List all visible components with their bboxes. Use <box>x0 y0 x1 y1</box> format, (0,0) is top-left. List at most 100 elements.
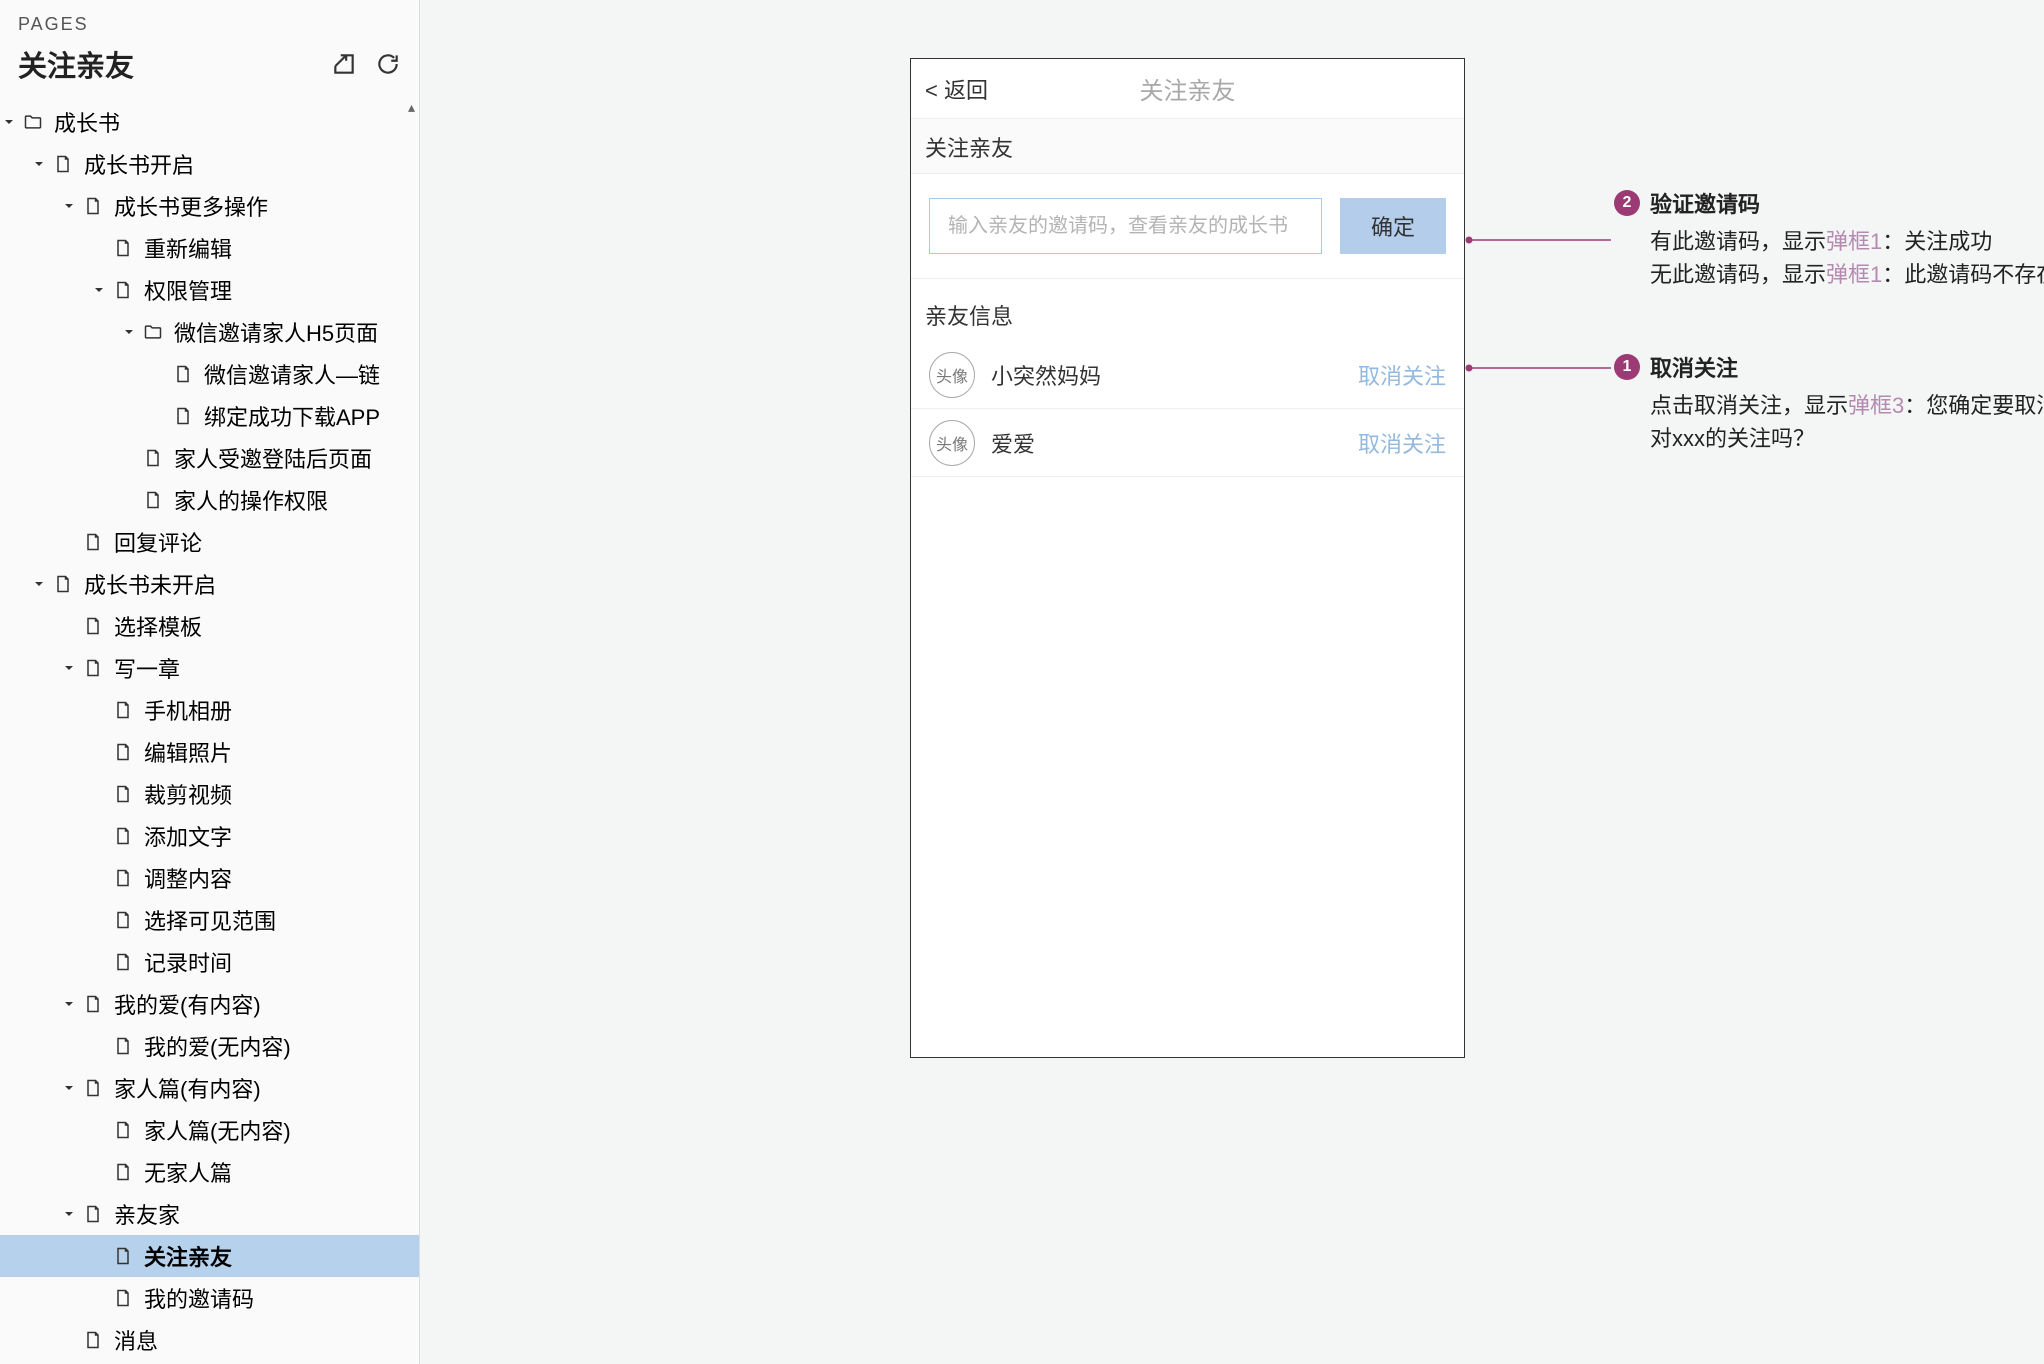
page-icon <box>52 573 74 595</box>
chevron-down-icon[interactable] <box>120 323 138 341</box>
tree-item[interactable]: 选择可见范围 <box>0 899 419 941</box>
chevron-down-icon <box>90 239 108 257</box>
chevron-down-icon[interactable] <box>60 659 78 677</box>
chevron-down-icon[interactable] <box>60 197 78 215</box>
page-icon <box>112 1287 134 1309</box>
chevron-down-icon[interactable] <box>60 1079 78 1097</box>
tree-item[interactable]: 关注亲友 <box>0 1235 419 1277</box>
tree-item[interactable]: 无家人篇 <box>0 1151 419 1193</box>
page-icon <box>82 1077 104 1099</box>
annotation-title: 取消关注 <box>1650 352 2044 385</box>
page-title: 关注亲友 <box>18 43 134 85</box>
annotation-title: 验证邀请码 <box>1650 188 2044 221</box>
page-icon <box>172 363 194 385</box>
tree-item-label: 重新编辑 <box>144 232 232 264</box>
page-icon <box>112 741 134 763</box>
chevron-down-icon <box>90 827 108 845</box>
chevron-down-icon <box>90 1289 108 1307</box>
tree-item[interactable]: 微信邀请家人H5页面 <box>0 311 419 353</box>
tree-item[interactable]: 成长书更多操作 <box>0 185 419 227</box>
page-icon <box>112 1161 134 1183</box>
chevron-down-icon <box>150 407 168 425</box>
tree-item[interactable]: 手机相册 <box>0 689 419 731</box>
tree-item[interactable]: 我的邀请码 <box>0 1277 419 1319</box>
tree-item-label: 绑定成功下载APP <box>204 400 380 432</box>
tree-item[interactable]: 回复评论 <box>0 521 419 563</box>
chevron-down-icon[interactable] <box>30 155 48 173</box>
annotation-line: 点击取消关注，显示弹框3：您确定要取消对xxx的关注吗？ <box>1650 389 2044 455</box>
invite-code-input[interactable] <box>929 198 1322 254</box>
chevron-down-icon <box>120 449 138 467</box>
chevron-down-icon <box>90 701 108 719</box>
chevron-down-icon <box>150 365 168 383</box>
chevron-down-icon[interactable] <box>0 113 18 131</box>
unfollow-button[interactable]: 取消关注 <box>1358 359 1446 391</box>
tree-item[interactable]: 成长书未开启 <box>0 563 419 605</box>
scroll-up-icon[interactable]: ▴ <box>408 99 415 116</box>
tree-item-label: 亲友家 <box>114 1198 180 1230</box>
tree-item-label: 成长书开启 <box>84 148 194 180</box>
unfollow-button[interactable]: 取消关注 <box>1358 427 1446 459</box>
page-icon <box>112 783 134 805</box>
tree-item-label: 权限管理 <box>144 274 232 306</box>
tree-item-label: 我的爱(有内容) <box>114 988 261 1020</box>
tree-scroll[interactable]: ▴ 成长书成长书开启成长书更多操作重新编辑权限管理微信邀请家人H5页面微信邀请家… <box>0 95 419 1364</box>
tree-item[interactable]: 选择模板 <box>0 605 419 647</box>
chevron-down-icon[interactable] <box>30 575 48 593</box>
tree-item[interactable]: 家人受邀登陆后页面 <box>0 437 419 479</box>
tree-item-label: 我的邀请码 <box>144 1282 254 1314</box>
page-icon <box>112 699 134 721</box>
sidebar-header: PAGES 关注亲友 <box>0 0 419 95</box>
chevron-down-icon[interactable] <box>60 995 78 1013</box>
tree-item[interactable]: 微信邀请家人—链 <box>0 353 419 395</box>
tree-item-label: 编辑照片 <box>144 736 232 768</box>
tree-item[interactable]: 重新编辑 <box>0 227 419 269</box>
tree-item[interactable]: 亲友家 <box>0 1193 419 1235</box>
tree-item[interactable]: 编辑照片 <box>0 731 419 773</box>
tree-item-label: 选择模板 <box>114 610 202 642</box>
page-icon <box>82 615 104 637</box>
tree-item[interactable]: 消息 <box>0 1319 419 1361</box>
avatar: 头像 <box>929 352 975 398</box>
tree-item[interactable]: 记录时间 <box>0 941 419 983</box>
tree-item[interactable]: 裁剪视频 <box>0 773 419 815</box>
nav-title: 关注亲友 <box>1140 71 1236 106</box>
tree-item[interactable]: 权限管理 <box>0 269 419 311</box>
folder-icon <box>22 111 44 133</box>
share-icon[interactable] <box>331 51 357 77</box>
tree-item-label: 家人篇(无内容) <box>144 1114 291 1146</box>
sidebar: PAGES 关注亲友 ▴ 成长书成长书开启成长书更多操作重新编辑权限管理微信邀请… <box>0 0 420 1364</box>
tree-item[interactable]: 添加文字 <box>0 815 419 857</box>
tree-item[interactable]: 写一章 <box>0 647 419 689</box>
annotation-badge: 1 <box>1614 354 1640 380</box>
back-button[interactable]: < 返回 <box>925 73 988 105</box>
pages-panel-label: PAGES <box>18 14 401 35</box>
tree-item[interactable]: 我的爱(无内容) <box>0 1025 419 1067</box>
tree-item[interactable]: 成长书 <box>0 101 419 143</box>
device-frame: < 返回 关注亲友 关注亲友 确定 亲友信息 头像 小突然妈妈 取消关注 头像 … <box>910 58 1465 1058</box>
tree-item[interactable]: 我的爱(有内容) <box>0 983 419 1025</box>
chevron-down-icon[interactable] <box>60 1205 78 1223</box>
page-icon <box>112 909 134 931</box>
tree-item[interactable]: 家人篇(有内容) <box>0 1067 419 1109</box>
chevron-down-icon <box>90 911 108 929</box>
chevron-down-icon <box>90 1163 108 1181</box>
tree-item-label: 选择可见范围 <box>144 904 276 936</box>
tree-item[interactable]: 绑定成功下载APP <box>0 395 419 437</box>
tree-item[interactable]: 调整内容 <box>0 857 419 899</box>
chevron-down-icon <box>90 1247 108 1265</box>
chevron-down-icon[interactable] <box>90 281 108 299</box>
tree-item-label: 消息 <box>114 1324 158 1356</box>
tree-item[interactable]: 成长书开启 <box>0 143 419 185</box>
tree-item-label: 手机相册 <box>144 694 232 726</box>
annotation-1: 1 取消关注 点击取消关注，显示弹框3：您确定要取消对xxx的关注吗？ <box>1650 352 2044 455</box>
confirm-button[interactable]: 确定 <box>1340 198 1446 254</box>
tree-item-label: 家人篇(有内容) <box>114 1072 261 1104</box>
tree-item-label: 裁剪视频 <box>144 778 232 810</box>
tree-item[interactable]: 家人的操作权限 <box>0 479 419 521</box>
chevron-down-icon <box>60 533 78 551</box>
refresh-icon[interactable] <box>375 51 401 77</box>
avatar: 头像 <box>929 420 975 466</box>
page-icon <box>52 153 74 175</box>
tree-item[interactable]: 家人篇(无内容) <box>0 1109 419 1151</box>
